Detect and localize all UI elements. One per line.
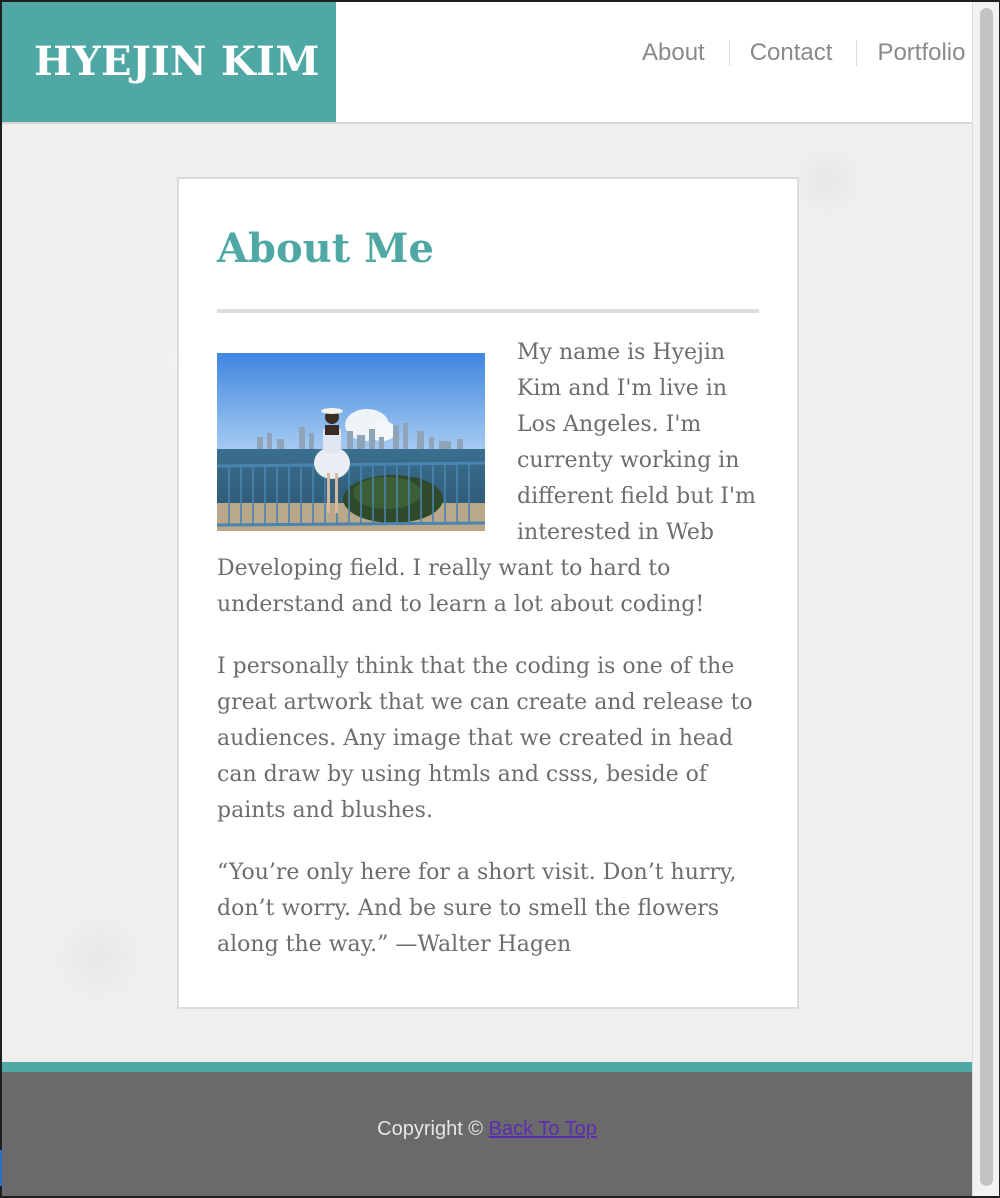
nav-divider xyxy=(856,40,858,66)
browser-viewport: HYEJIN KIM About Contact Portfolio About M… xyxy=(2,2,972,1196)
nav-divider xyxy=(728,40,730,66)
site-header: HYEJIN KIM About Contact Portfolio xyxy=(2,2,972,124)
vertical-scrollbar[interactable] xyxy=(972,2,999,1196)
coding-paragraph: I personally think that the coding is on… xyxy=(217,654,753,823)
window-edge-accent xyxy=(0,1150,2,1186)
about-card: About Me My name is Hyejin Kim and I'm l… xyxy=(177,177,799,1009)
scrollbar-thumb[interactable] xyxy=(980,8,993,1186)
copyright-text: Copyright © xyxy=(377,1118,489,1140)
heading-divider xyxy=(217,309,759,313)
nav-link-contact[interactable]: Contact xyxy=(750,38,833,68)
page-title: About Me xyxy=(217,225,434,272)
site-footer: Copyright © Back To Top xyxy=(2,1072,972,1196)
main-nav: About Contact Portfolio xyxy=(622,38,972,68)
nav-link-about[interactable]: About xyxy=(642,38,705,68)
about-text: My name is Hyejin Kim and I'm live in Lo… xyxy=(217,335,759,989)
quote-paragraph: “You’re only here for a short visit. Don… xyxy=(217,860,737,957)
back-to-top-link[interactable]: Back To Top xyxy=(489,1118,597,1140)
nav-link-portfolio[interactable]: Portfolio xyxy=(877,38,965,68)
footer-accent-bar xyxy=(2,1062,972,1072)
footer-copyright: Copyright © Back To Top xyxy=(2,1116,972,1142)
logo-block[interactable]: HYEJIN KIM xyxy=(2,2,336,122)
profile-photo xyxy=(217,353,485,531)
site-title[interactable]: HYEJIN KIM xyxy=(34,38,320,86)
